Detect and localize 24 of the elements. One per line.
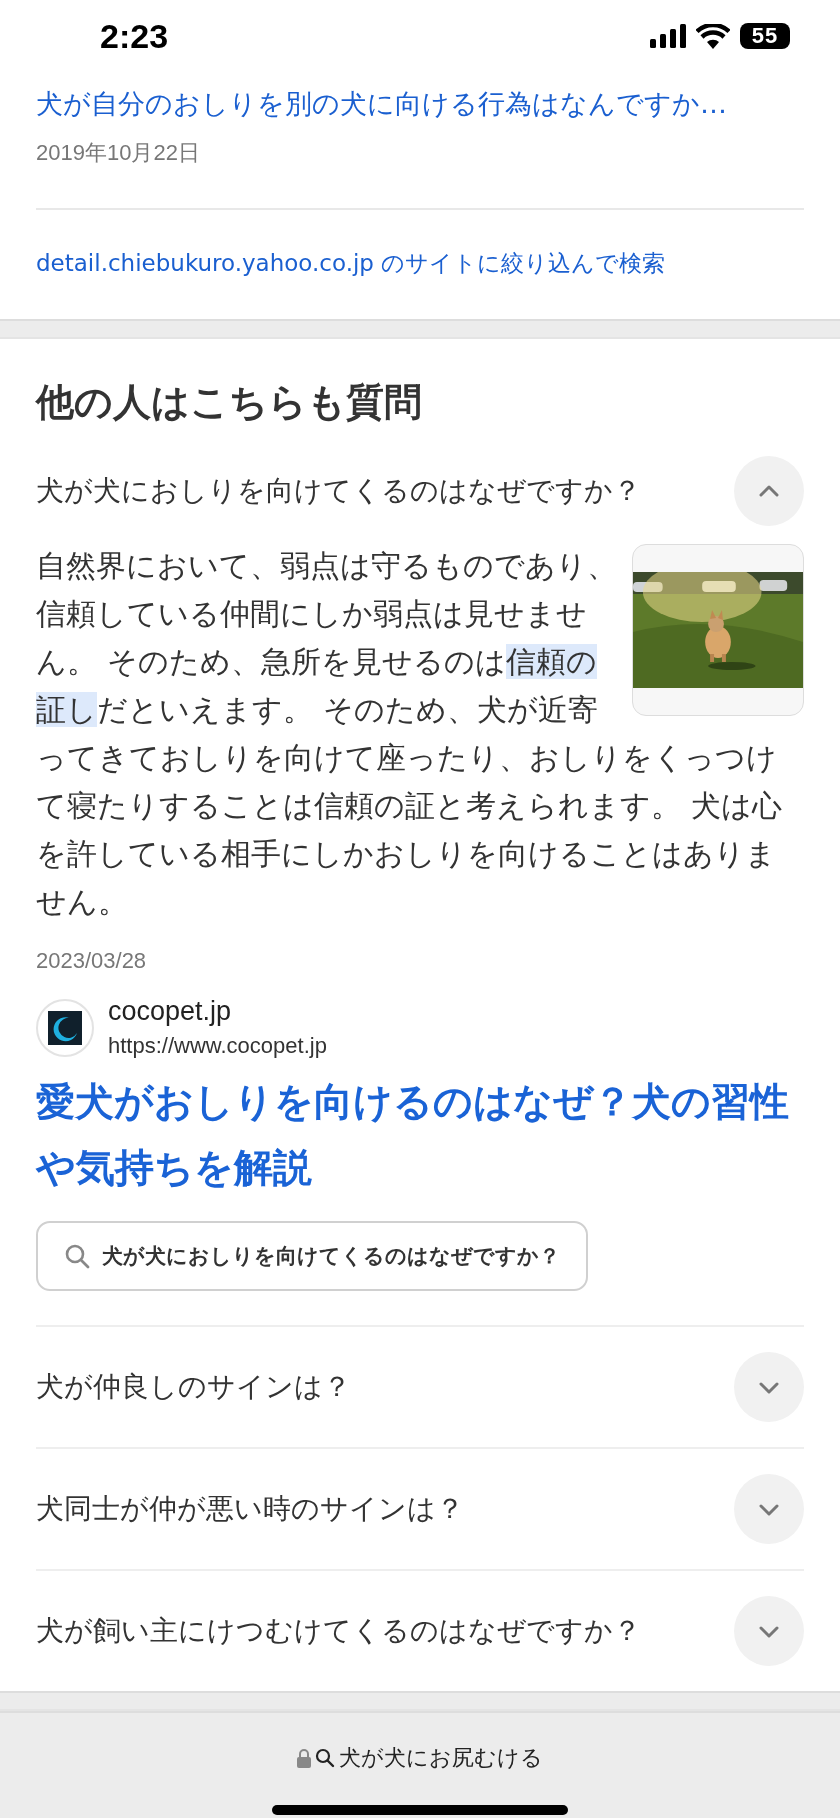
wifi-icon [696,23,730,49]
article-title-link[interactable]: 愛犬がおしりを向けるのはなぜ？犬の習性や気持ちを解説 [36,1069,804,1201]
section-heading: 他の人はこちらも質問 [36,379,423,426]
address-bar-text[interactable]: 犬が犬にお尻むける [339,1743,543,1773]
lock-icon [297,1748,311,1768]
question-text[interactable]: 犬が仲良しのサインは？ [36,1368,351,1406]
answer-paragraph: 自然界において、弱点は守るものであり、信頼している仲間にしか弱点は見せません。 そのため、急所を見せるのは信頼の証し だといえます。 そのため、犬が近寄ってきておしりを向けて座ったり、おしりをくっつけて寝たりすることは信頼の証と考えられます。 犬は心を許している相手にしかおしりを向けることはありません。 [36,542,804,926]
question-text[interactable]: 犬が犬におしりを向けてくるのはなぜですか？ [36,472,641,510]
question-text[interactable]: 犬同士が仲が悪い時のサインは？ [36,1490,464,1528]
result-title-link[interactable]: 犬が自分のおしりを別の犬に向ける行為はなんですか… [36,86,804,122]
site-name: cocopet.jp [108,996,233,1027]
answer-date: 2023/03/28 [36,948,148,974]
search-icon [64,1243,90,1269]
site-url: https://www.cocopet.jp [108,1033,327,1059]
site-filter-link[interactable]: detail.chiebukuro.yahoo.co.jp のサイトに絞り込んで検索 [36,210,666,319]
result-date: 2019年10月22日 [36,139,201,167]
crescent-logo-icon [48,1010,82,1045]
signal-icon [650,24,686,48]
home-indicator[interactable] [272,1805,568,1815]
question-text[interactable]: 犬が飼い主にけつむけてくるのはなぜですか？ [36,1612,641,1650]
clock-time: 2:23 [100,16,169,56]
battery-icon: 55 [740,23,790,49]
search-suggestion-chip[interactable]: 犬が犬におしりを向けてくるのはなぜですか？ [36,1221,588,1291]
search-icon [315,1748,335,1768]
